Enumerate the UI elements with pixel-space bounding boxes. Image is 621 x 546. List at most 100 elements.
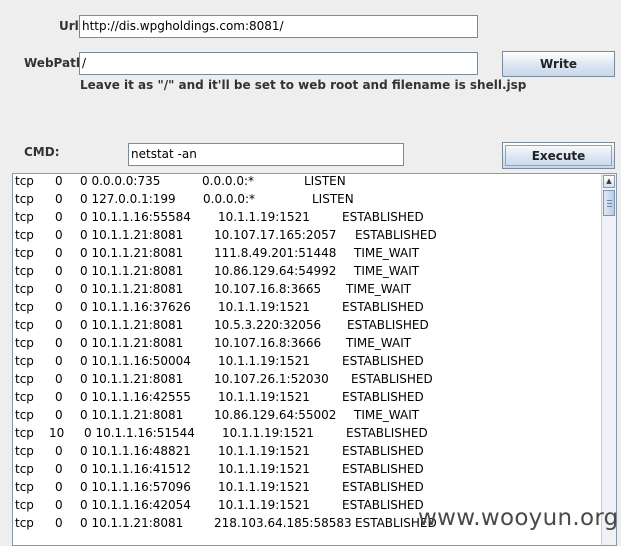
cell-proto: tcp	[15, 390, 34, 404]
cell-state: ESTABLISHED	[342, 210, 424, 224]
cell-local-address: 0 10.1.1.16:51544	[84, 426, 195, 440]
arrow-up-icon[interactable]: ▲	[603, 175, 615, 188]
cell-recv-q: 0	[55, 336, 63, 350]
cell-foreign-address: 10.107.16.8:3666	[214, 336, 322, 350]
cell-state: ESTABLISHED	[342, 462, 424, 476]
cell-foreign-address: 10.86.129.64:54992	[214, 264, 337, 278]
watermark: www.wooyun.org	[418, 505, 619, 531]
cell-local-address: 0 10.1.1.16:57096	[80, 480, 191, 494]
cell-local-address: 0 10.1.1.16:55584	[80, 210, 191, 224]
cell-foreign-address: 10.1.1.19:1521	[218, 210, 310, 224]
cell-state: LISTEN	[304, 174, 346, 188]
cell-recv-q: 0	[55, 444, 63, 458]
cell-proto: tcp	[15, 408, 34, 422]
cell-state: LISTEN	[312, 192, 354, 206]
cell-foreign-address: 10.107.26.1:52030	[214, 372, 329, 386]
vertical-scrollbar[interactable]: ▲	[601, 174, 616, 545]
cell-state: ESTABLISHED	[351, 372, 433, 386]
cell-local-address: 0 10.1.1.21:8081	[80, 282, 184, 296]
cell-recv-q: 10	[49, 426, 65, 440]
cell-recv-q: 0	[55, 210, 63, 224]
cell-proto: tcp	[15, 264, 34, 278]
cell-local-address: 0 10.1.1.21:8081	[80, 264, 184, 278]
cell-proto: tcp	[15, 174, 34, 188]
cell-proto: tcp	[15, 210, 34, 224]
write-button-label: Write	[540, 57, 577, 71]
cell-proto: tcp	[15, 426, 34, 440]
cell-local-address: 0 10.1.1.16:42555	[80, 390, 191, 404]
cell-local-address: 0 10.1.1.16:48821	[80, 444, 191, 458]
cell-local-address: 0 0.0.0.0:735	[80, 174, 161, 188]
cell-proto: tcp	[15, 444, 34, 458]
write-button[interactable]: Write	[502, 51, 615, 77]
cell-state: TIME_WAIT	[354, 264, 420, 278]
cell-state: ESTABLISHED	[355, 228, 437, 242]
cell-proto: tcp	[15, 480, 34, 494]
cell-foreign-address: 10.86.129.64:55002	[214, 408, 337, 422]
cell-proto: tcp	[15, 372, 34, 386]
cell-foreign-address: 10.107.17.165:2057	[214, 228, 337, 242]
cell-recv-q: 0	[55, 246, 63, 260]
execute-button[interactable]: Execute	[502, 142, 615, 169]
cell-recv-q: 0	[55, 498, 63, 512]
execute-button-focus: Execute	[505, 145, 612, 166]
cell-local-address: 0 127.0.0.1:199	[80, 192, 176, 206]
cell-foreign-address: 10.1.1.19:1521	[222, 426, 314, 440]
cell-state: ESTABLISHED	[347, 318, 429, 332]
url-input[interactable]: http://dis.wpgholdings.com:8081/	[79, 15, 478, 38]
cell-state: ESTABLISHED	[342, 354, 424, 368]
cell-local-address: 0 10.1.1.16:50004	[80, 354, 191, 368]
cell-state: TIME_WAIT	[354, 246, 420, 260]
output-textarea[interactable]: tcp 0 0 0.0.0.0:735 0.0.0.0:* LISTEN tcp 0 0 12…	[12, 173, 617, 546]
cmd-input[interactable]: netstat -an	[128, 143, 404, 166]
cell-state: ESTABLISHED	[342, 498, 424, 512]
cell-proto: tcp	[15, 282, 34, 296]
execute-button-label: Execute	[531, 149, 586, 163]
cell-state: TIME_WAIT	[346, 336, 412, 350]
cell-local-address: 0 10.1.1.21:8081	[80, 408, 184, 422]
cell-foreign-address: 218.103.64.185:58583	[214, 516, 352, 530]
scroll-thumb[interactable]	[603, 190, 615, 216]
cell-recv-q: 0	[55, 174, 63, 188]
cell-recv-q: 0	[55, 264, 63, 278]
cell-recv-q: 0	[55, 282, 63, 296]
cell-state: ESTABLISHED	[346, 426, 428, 440]
cell-foreign-address: 10.1.1.19:1521	[218, 300, 310, 314]
cell-proto: tcp	[15, 516, 34, 530]
cell-foreign-address: 10.1.1.19:1521	[218, 480, 310, 494]
webpath-hint: Leave it as "/" and it'll be set to web …	[80, 78, 527, 92]
cell-state: ESTABLISHED	[342, 480, 424, 494]
cell-proto: tcp	[15, 228, 34, 242]
cell-proto: tcp	[15, 246, 34, 260]
cell-local-address: 0 10.1.1.16:37626	[80, 300, 191, 314]
cell-state: TIME_WAIT	[346, 282, 412, 296]
cell-local-address: 0 10.1.1.21:8081	[80, 372, 184, 386]
cell-proto: tcp	[15, 336, 34, 350]
cell-proto: tcp	[15, 300, 34, 314]
cell-recv-q: 0	[55, 516, 63, 530]
cell-proto: tcp	[15, 354, 34, 368]
cell-local-address: 0 10.1.1.16:41512	[80, 462, 191, 476]
cell-foreign-address: 10.5.3.220:32056	[214, 318, 322, 332]
cell-state: ESTABLISHED	[342, 300, 424, 314]
cell-proto: tcp	[15, 192, 34, 206]
cmd-label: CMD:	[24, 145, 60, 159]
cell-local-address: 0 10.1.1.16:42054	[80, 498, 191, 512]
cell-recv-q: 0	[55, 408, 63, 422]
cell-local-address: 0 10.1.1.21:8081	[80, 516, 184, 530]
cell-recv-q: 0	[55, 228, 63, 242]
cell-state: ESTABLISHED	[342, 390, 424, 404]
cell-local-address: 0 10.1.1.21:8081	[80, 246, 184, 260]
cell-foreign-address: 10.107.16.8:3665	[214, 282, 322, 296]
webpath-input[interactable]: /	[79, 52, 478, 75]
cell-foreign-address: 111.8.49.201:51448	[214, 246, 337, 260]
cell-recv-q: 0	[55, 300, 63, 314]
cell-recv-q: 0	[55, 390, 63, 404]
cell-foreign-address: 10.1.1.19:1521	[218, 354, 310, 368]
cell-state: ESTABLISHED	[342, 444, 424, 458]
cell-foreign-address: 10.1.1.19:1521	[218, 444, 310, 458]
cell-foreign-address: 0.0.0.0:*	[203, 192, 256, 206]
cell-proto: tcp	[15, 318, 34, 332]
cell-state: TIME_WAIT	[354, 408, 420, 422]
cell-proto: tcp	[15, 462, 34, 476]
